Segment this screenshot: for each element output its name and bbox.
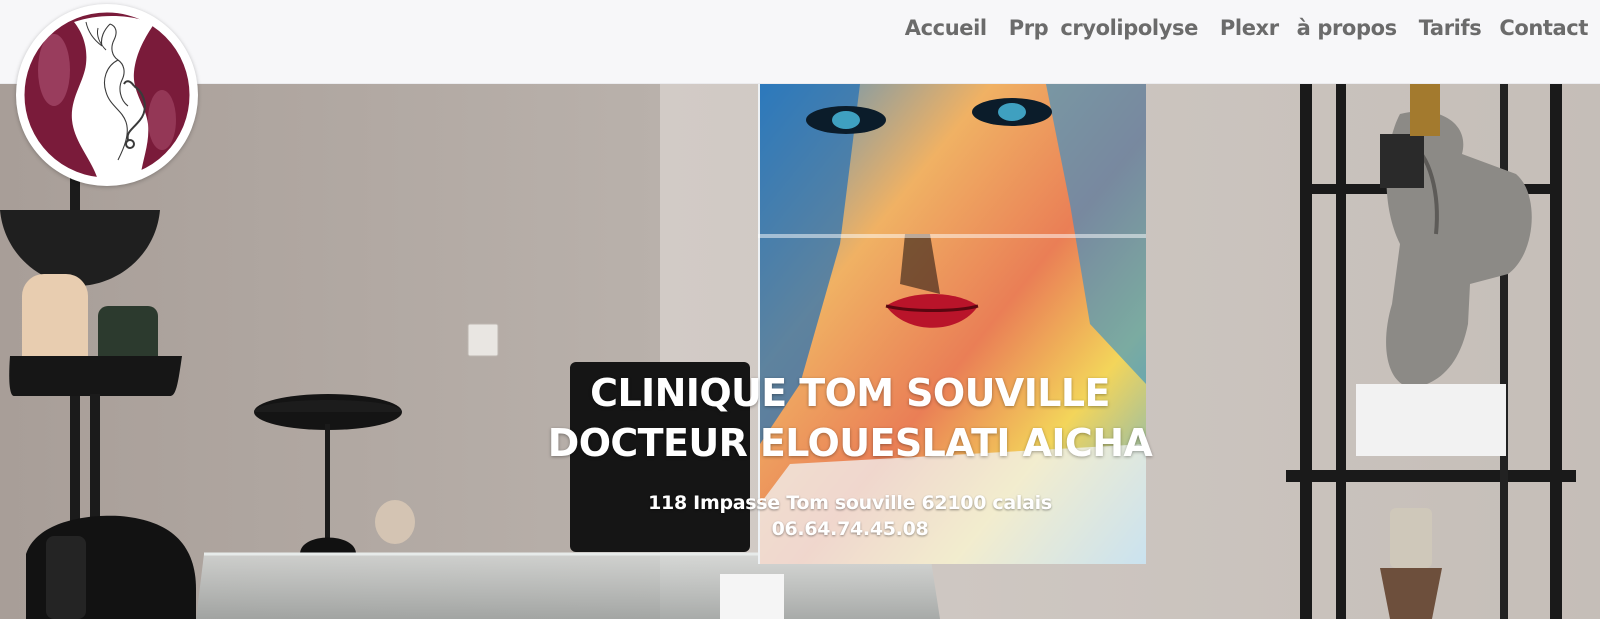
site-logo[interactable]	[16, 4, 198, 186]
nav-link-accueil[interactable]: Accueil	[905, 16, 987, 40]
hero-title: CLINIQUE TOM SOUVILLE DOCTEUR ELOUESLATI…	[450, 368, 1250, 468]
nav-link-contact[interactable]: Contact	[1499, 16, 1588, 40]
hero-title-line-2: DOCTEUR ELOUESLATI AICHA	[547, 421, 1153, 465]
nav-link-tarifs[interactable]: Tarifs	[1419, 16, 1482, 40]
main-nav: Accueil Prp cryolipolyse Plexr à propos …	[905, 12, 1589, 44]
hero-title-line-1: CLINIQUE TOM SOUVILLE	[590, 371, 1110, 415]
silhouette-stethoscope-logo-icon	[23, 11, 191, 179]
hero-banner: CLINIQUE TOM SOUVILLE DOCTEUR ELOUESLATI…	[0, 84, 1600, 619]
clinic-phone: 06.64.74.45.08	[771, 518, 929, 540]
nav-link-prp[interactable]: Prp	[1009, 16, 1049, 40]
nav-link-a-propos[interactable]: à propos	[1297, 16, 1397, 40]
site-header: Accueil Prp cryolipolyse Plexr à propos …	[0, 0, 1600, 84]
clinic-address: 118 Impasse Tom souville 62100 calais	[648, 492, 1052, 514]
nav-link-plexr[interactable]: Plexr	[1220, 16, 1279, 40]
hero-text: CLINIQUE TOM SOUVILLE DOCTEUR ELOUESLATI…	[0, 84, 1600, 619]
nav-link-cryolipolyse[interactable]: cryolipolyse	[1060, 16, 1198, 40]
